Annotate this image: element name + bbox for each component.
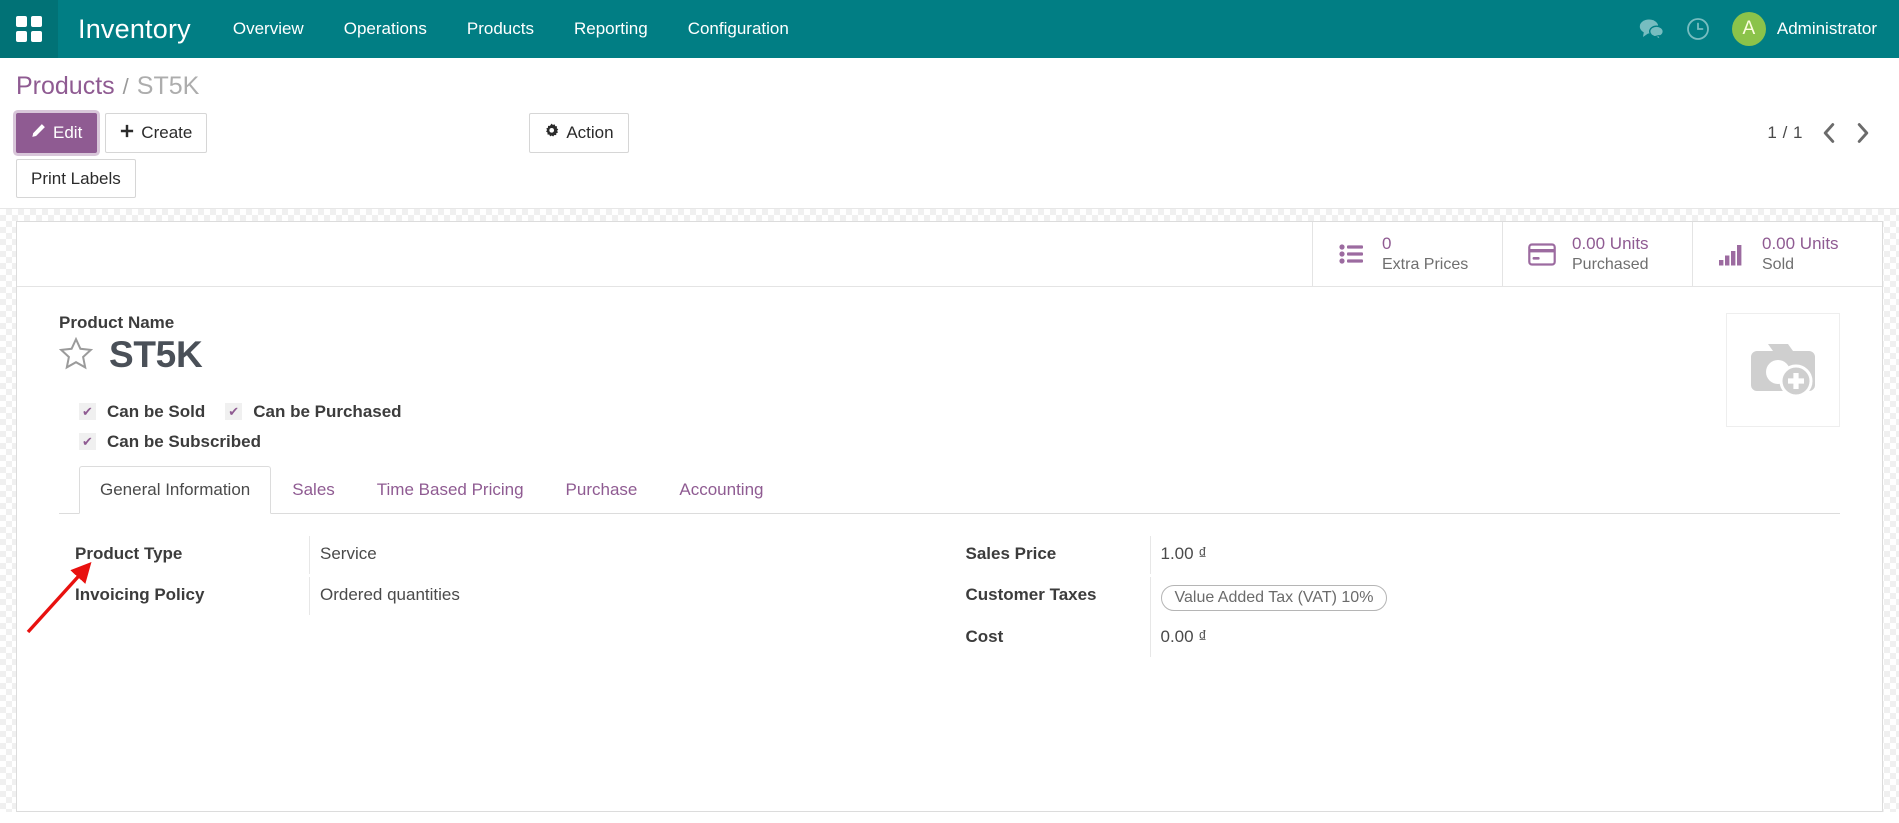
sheet-body: Product Name ST5K ✔ Can be Sold ✔ Can be…: [17, 287, 1882, 660]
checkbox-can-be-sold[interactable]: ✔ Can be Sold: [79, 402, 205, 422]
field-value[interactable]: 1.00 ₫: [1149, 535, 1841, 574]
pager-previous-button[interactable]: [1821, 123, 1837, 143]
menu-item-products[interactable]: Products: [447, 0, 554, 58]
checkbox-input[interactable]: ✔: [225, 403, 243, 421]
create-button-label: Create: [141, 123, 193, 143]
action-button-label: Action: [566, 123, 614, 143]
form-column-right: Sales Price 1.00 ₫ Customer Taxes Value …: [950, 535, 1841, 660]
print-labels-button[interactable]: Print Labels: [16, 159, 136, 199]
stat-button-extra-prices[interactable]: 0 Extra Prices: [1312, 222, 1502, 287]
clock-icon[interactable]: [1686, 17, 1710, 41]
app-brand-title[interactable]: Inventory: [58, 14, 213, 45]
product-image-upload[interactable]: [1726, 313, 1840, 428]
checkbox-input[interactable]: ✔: [79, 403, 96, 421]
stat-value: 0.00 Units: [1762, 234, 1839, 254]
apps-grid-icon: [16, 16, 42, 42]
field-customer-taxes: Customer Taxes Value Added Tax (VAT) 10%: [950, 576, 1841, 619]
field-product-type: Product Type Service: [59, 535, 950, 577]
form-notebook-tabs: General Information Sales Time Based Pri…: [59, 465, 1840, 514]
main-menu: Overview Operations Products Reporting C…: [213, 0, 809, 58]
tab-time-based-pricing[interactable]: Time Based Pricing: [356, 466, 545, 514]
user-name-label: Administrator: [1776, 19, 1877, 38]
product-title-block: Product Name ST5K: [58, 313, 1840, 376]
menu-item-overview[interactable]: Overview: [213, 0, 324, 58]
tab-general-information[interactable]: General Information: [79, 465, 272, 514]
apps-menu-button[interactable]: [0, 0, 58, 58]
camera-plus-icon: [1744, 334, 1822, 407]
checkbox-label: Can be Sold: [107, 401, 206, 421]
checkbox-label: Can be Subscribed: [107, 431, 261, 451]
stat-button-bar: 0 Extra Prices 0.00 Units Purchased 0.00…: [17, 222, 1882, 288]
breadcrumb-current-record: ST5K: [136, 72, 200, 100]
product-name-value: ST5K: [109, 334, 203, 376]
field-value[interactable]: Service: [309, 535, 950, 574]
field-label: Invoicing Policy: [75, 584, 205, 604]
product-flags: ✔ Can be Sold ✔ Can be Purchased ✔ Can b…: [59, 402, 1840, 452]
field-value[interactable]: 0.00 ₫: [1149, 618, 1841, 657]
field-cost: Cost 0.00 ₫: [950, 618, 1841, 660]
content-area: 0 Extra Prices 0.00 Units Purchased 0.00…: [0, 209, 1899, 813]
breadcrumb-parent-products[interactable]: Products: [16, 72, 115, 101]
menu-item-reporting[interactable]: Reporting: [554, 0, 668, 58]
stat-button-purchased[interactable]: 0.00 Units Purchased: [1502, 222, 1692, 287]
stat-label: Extra Prices: [1382, 255, 1469, 273]
create-button[interactable]: Create: [105, 113, 208, 153]
product-name-label: Product Name: [59, 313, 175, 333]
record-pager: 1 / 1: [1767, 123, 1883, 143]
record-form-sheet: 0 Extra Prices 0.00 Units Purchased 0.00…: [16, 221, 1883, 813]
field-value[interactable]: Ordered quantities: [309, 576, 950, 615]
checkbox-can-be-purchased[interactable]: ✔ Can be Purchased: [225, 401, 402, 422]
field-label: Customer Taxes: [965, 584, 1097, 604]
field-invoicing-policy: Invoicing Policy Ordered quantities: [59, 576, 950, 618]
navbar-right-tools: A Administrator: [1639, 12, 1899, 46]
field-sales-price: Sales Price 1.00 ₫: [950, 535, 1841, 577]
top-navbar: Inventory Overview Operations Products R…: [0, 0, 1899, 58]
edit-button-label: Edit: [53, 123, 83, 143]
general-information-fields: Product Type Service Invoicing Policy Or…: [59, 535, 1841, 660]
checkbox-label: Can be Purchased: [253, 401, 402, 421]
edit-button[interactable]: Edit: [16, 113, 98, 153]
field-label: Cost: [965, 626, 1004, 646]
tax-tag: Value Added Tax (VAT) 10%: [1160, 584, 1388, 611]
stat-label: Sold: [1762, 255, 1795, 273]
record-action-buttons: Edit Create: [16, 113, 208, 153]
tab-accounting[interactable]: Accounting: [658, 466, 784, 514]
field-value-wrap[interactable]: Value Added Tax (VAT) 10%: [1149, 576, 1841, 619]
star-outline-icon[interactable]: [58, 336, 94, 375]
pager-next-button[interactable]: [1855, 123, 1871, 143]
stat-value: 0: [1382, 234, 1392, 254]
field-label: Product Type: [75, 543, 183, 563]
list-ul-icon: [1335, 242, 1369, 266]
action-button[interactable]: Action: [529, 113, 629, 153]
checkbox-can-be-subscribed[interactable]: ✔ Can be Subscribed: [79, 432, 261, 452]
stat-label: Purchased: [1572, 255, 1649, 273]
tab-sales[interactable]: Sales: [271, 466, 356, 514]
extra-buttons-row: Print Labels: [16, 157, 1883, 208]
control-panel-buttons: Edit Create Action 1 / 1: [16, 107, 1883, 157]
chat-bubbles-icon[interactable]: [1639, 18, 1664, 40]
user-menu[interactable]: A Administrator: [1731, 12, 1877, 46]
stat-button-sold[interactable]: 0.00 Units Sold: [1692, 222, 1882, 287]
stat-value: 0.00 Units: [1572, 234, 1649, 254]
bar-chart-icon: [1715, 242, 1749, 266]
pencil-icon: [31, 122, 46, 143]
pager-count: 1 / 1: [1767, 123, 1803, 142]
tab-purchase[interactable]: Purchase: [545, 466, 659, 514]
menu-item-operations[interactable]: Operations: [324, 0, 447, 58]
form-column-left: Product Type Service Invoicing Policy Or…: [59, 535, 950, 660]
control-panel: Products / ST5K Edit Create Action 1 / 1…: [0, 58, 1899, 210]
action-menu-wrap: Action: [529, 113, 629, 153]
checkbox-input[interactable]: ✔: [79, 433, 96, 451]
plus-icon: [120, 122, 134, 143]
menu-item-configuration[interactable]: Configuration: [668, 0, 809, 58]
field-label: Sales Price: [965, 543, 1057, 563]
breadcrumb-separator: /: [122, 74, 129, 99]
breadcrumb: Products / ST5K: [16, 58, 1883, 107]
gear-icon: [544, 122, 559, 143]
avatar: A: [1731, 12, 1766, 46]
credit-card-icon: [1525, 243, 1559, 266]
